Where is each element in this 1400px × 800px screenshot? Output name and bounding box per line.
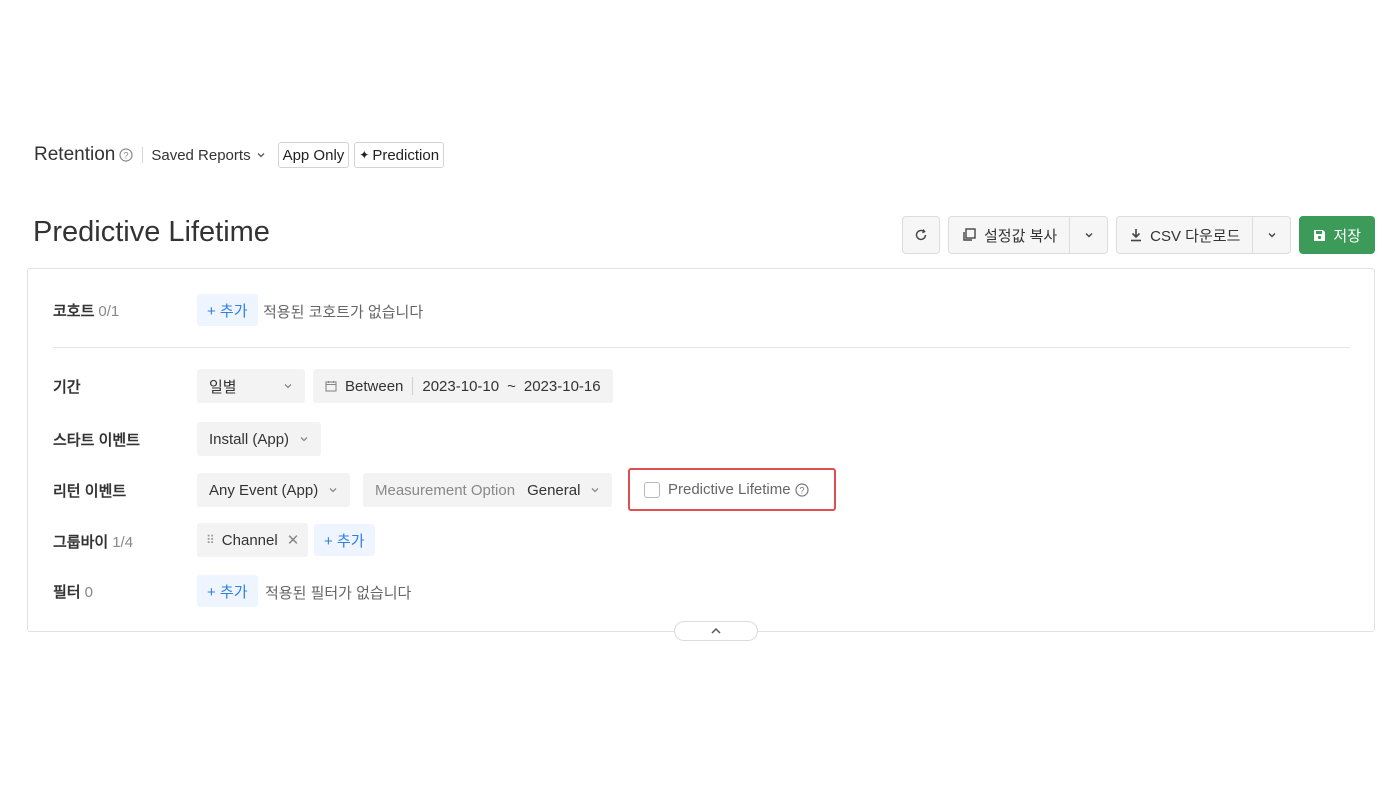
predictive-lifetime-checkbox[interactable] (644, 481, 660, 498)
sparkle-icon: ✦ (359, 148, 370, 162)
cohort-label-text: 코호트 (53, 303, 95, 320)
filter-count: 0 (84, 584, 93, 601)
prediction-label: Prediction (372, 146, 440, 164)
cohort-empty-text: 적용된 코호트가 없습니다 (263, 304, 424, 321)
chevron-down-icon (257, 153, 265, 158)
report-type-title: Retention (34, 144, 116, 165)
saved-reports-dropdown[interactable]: Saved Reports (151, 147, 265, 164)
refresh-button[interactable] (902, 216, 940, 254)
save-label: 저장 (1333, 227, 1361, 245)
app-only-badge: App Only (277, 142, 350, 168)
date-divider (412, 377, 414, 395)
chevron-down-icon (300, 437, 308, 442)
save-button[interactable]: 저장 (1299, 216, 1375, 254)
group-by-label-text: 그룹바이 (53, 534, 109, 551)
end-date: 2023-10-16 (523, 377, 601, 395)
copy-settings-label: 설정값 복사 (984, 227, 1058, 245)
group-by-chip[interactable]: ⠿ Channel ✕ (197, 523, 309, 557)
download-icon (1131, 229, 1142, 242)
add-group-by-button[interactable]: + 추가 (314, 524, 375, 556)
chevron-down-icon (591, 488, 599, 493)
filter-empty-text: 적용된 필터가 없습니다 (265, 585, 412, 602)
date-separator: ~ (507, 377, 516, 395)
svg-text:?: ? (124, 150, 129, 160)
chevron-down-icon (1085, 233, 1093, 238)
section-divider (53, 347, 1350, 348)
page-title: Predictive Lifetime (33, 216, 270, 248)
group-by-chip-label: Channel (221, 531, 278, 549)
cohort-label: 코호트 0/1 (53, 300, 119, 321)
chevron-up-icon (711, 627, 721, 634)
add-cohort-button[interactable]: + 추가 (197, 294, 258, 326)
chevron-down-icon (284, 384, 292, 389)
group-by-label: 그룹바이 1/4 (53, 531, 133, 552)
measurement-option-select[interactable]: Measurement Option General (363, 473, 613, 507)
close-icon[interactable]: ✕ (287, 531, 300, 549)
return-event-select[interactable]: Any Event (App) (197, 473, 351, 507)
csv-download-label: CSV 다운로드 (1150, 227, 1241, 245)
csv-download-group: CSV 다운로드 (1116, 216, 1292, 254)
predictive-lifetime-label: Predictive Lifetime (668, 481, 791, 498)
start-event-select[interactable]: Install (App) (197, 422, 322, 456)
copy-settings-dropdown[interactable] (1070, 217, 1107, 253)
csv-download-dropdown[interactable] (1253, 217, 1290, 253)
calendar-icon (325, 381, 337, 392)
chevron-down-icon (329, 488, 337, 493)
chevron-down-icon (1268, 233, 1276, 238)
svg-text:?: ? (799, 485, 804, 495)
granularity-value: 일별 (209, 378, 237, 396)
add-filter-button[interactable]: + 추가 (197, 575, 258, 607)
start-event-label: 스타트 이벤트 (53, 432, 140, 449)
copy-settings-group: 설정값 복사 (948, 216, 1109, 254)
toolbar: 설정값 복사 CSV 다운로드 저장 (902, 216, 1375, 254)
measurement-option-value: General (527, 481, 581, 499)
return-event-label: 리턴 이벤트 (53, 483, 127, 500)
filter-label-text: 필터 (53, 584, 81, 601)
start-event-value: Install (App) (209, 430, 290, 448)
collapse-panel-button[interactable] (674, 621, 758, 641)
date-range-picker[interactable]: Between 2023-10-10 ~ 2023-10-16 (313, 369, 613, 403)
date-mode: Between (345, 377, 404, 395)
copy-icon (963, 228, 976, 241)
group-by-count: 1/4 (112, 534, 134, 551)
prediction-badge: ✦ Prediction (354, 142, 445, 168)
filter-label: 필터 0 (53, 581, 93, 602)
refresh-icon (915, 229, 927, 241)
help-icon[interactable]: ? (794, 482, 809, 497)
start-date: 2023-10-10 (422, 377, 500, 395)
granularity-select[interactable]: 일별 (197, 369, 305, 403)
csv-download-button[interactable]: CSV 다운로드 (1117, 217, 1254, 253)
nav-divider (142, 147, 144, 163)
measurement-option-label: Measurement Option (375, 481, 516, 499)
drag-handle-icon[interactable]: ⠿ (206, 533, 215, 547)
saved-reports-label: Saved Reports (151, 146, 251, 164)
top-nav: Retention ? Saved Reports App Only ✦ Pre… (34, 141, 445, 169)
help-icon[interactable]: ? (119, 148, 133, 162)
copy-settings-button[interactable]: 설정값 복사 (949, 217, 1071, 253)
period-label: 기간 (53, 379, 81, 396)
return-event-value: Any Event (App) (209, 481, 319, 499)
floppy-disk-icon (1314, 229, 1326, 241)
cohort-count: 0/1 (98, 303, 120, 320)
predictive-lifetime-option[interactable]: Predictive Lifetime ? (628, 468, 836, 511)
query-panel: 코호트 0/1 + 추가 적용된 코호트가 없습니다 기간 일별 Between … (27, 268, 1375, 641)
